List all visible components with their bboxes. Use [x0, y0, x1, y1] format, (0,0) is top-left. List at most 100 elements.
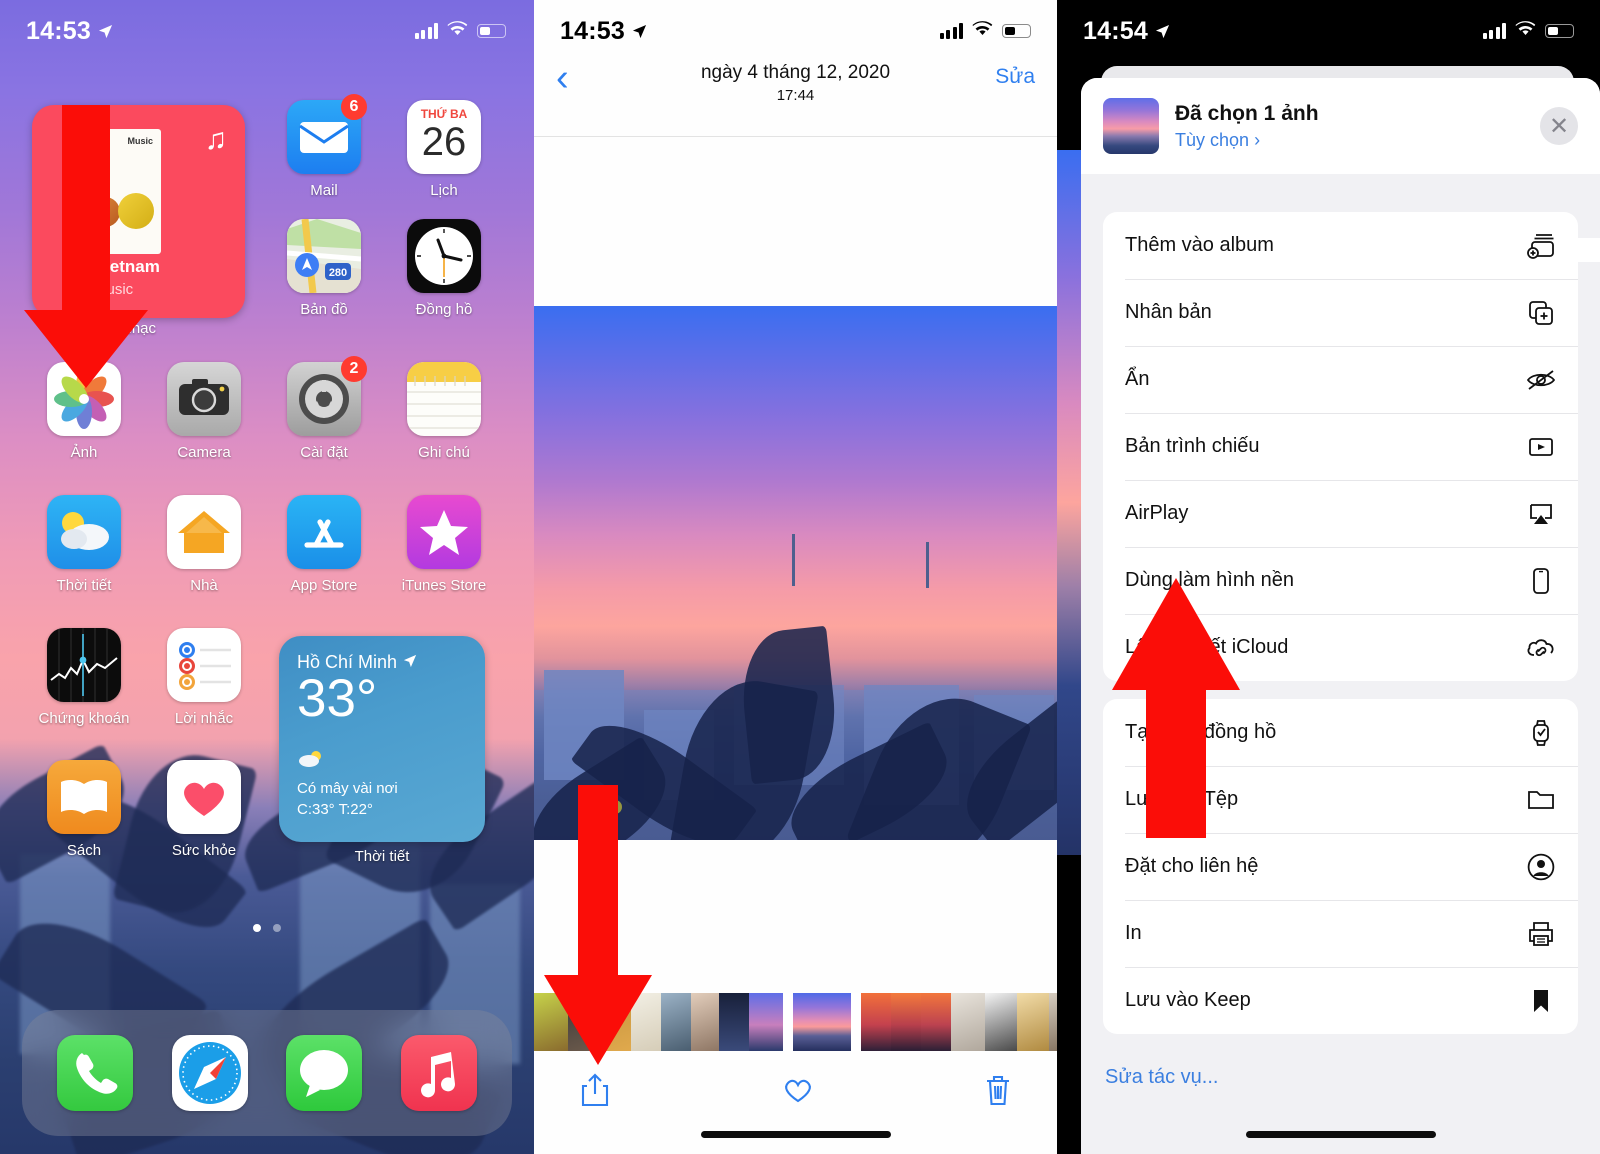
filmstrip-thumb[interactable]: [985, 993, 1017, 1051]
apps-row-5: Chứng khoán Lời nhắc: [24, 628, 264, 741]
battery-icon: [1002, 24, 1031, 38]
app-label: Sức khỏe: [171, 842, 237, 859]
weather-condition: Có mây vài nơi: [297, 779, 398, 797]
badge-count: 2: [341, 356, 367, 382]
battery-icon: [1545, 24, 1574, 38]
app-reminders[interactable]: Lời nhắc: [144, 628, 264, 727]
apps-top-right: 6 Mail THỨ BA 26 Lịch 280 Bản đồ Đồng hồ: [264, 94, 504, 332]
app-label: Ghi chú: [418, 444, 470, 461]
app-itunes-store[interactable]: iTunes Store: [384, 495, 504, 594]
app-stocks[interactable]: Chứng khoán: [24, 628, 144, 727]
menu-item-airplay[interactable]: AirPlay: [1103, 480, 1578, 547]
filmstrip-thumb[interactable]: [1049, 993, 1057, 1051]
apple-watch-icon: [1526, 718, 1556, 748]
photo-image[interactable]: [534, 306, 1057, 840]
airplay-icon: [1526, 499, 1556, 529]
filmstrip-thumb[interactable]: [951, 993, 985, 1051]
app-home[interactable]: Nhà: [144, 495, 264, 594]
home-indicator: [700, 1131, 891, 1138]
music-note-icon[interactable]: [400, 1035, 477, 1111]
share-options-link[interactable]: Tùy chọn ›: [1175, 130, 1319, 151]
app-app-store[interactable]: App Store: [264, 495, 384, 594]
three-panel-tutorial-screenshot: 14:53 Music ♫ Vietnam Music Nhạc 6 Mail …: [0, 0, 1600, 1154]
app-label: Lịch: [430, 182, 458, 199]
contact-person-icon: [1526, 852, 1556, 882]
app-camera[interactable]: Camera: [144, 362, 264, 461]
photo-nav-bar: ‹ ngày 4 tháng 12, 2020 17:44 Sửa: [534, 59, 1057, 136]
page-dot-1[interactable]: [253, 924, 261, 932]
app-label: Đồng hồ: [415, 301, 473, 318]
photo-date: ngày 4 tháng 12, 2020: [700, 62, 891, 83]
trash-icon[interactable]: [985, 1074, 1011, 1111]
filmstrip-thumb-selected[interactable]: [793, 993, 851, 1051]
filmstrip-thumb[interactable]: [661, 993, 691, 1051]
selected-photo-thumbnail[interactable]: [1103, 98, 1159, 154]
home-indicator: [1245, 1131, 1436, 1138]
menu-item-label: Ẩn: [1125, 368, 1150, 390]
edit-actions-link[interactable]: Sửa tác vụ...: [1081, 1052, 1600, 1089]
app-weather[interactable]: Thời tiết: [24, 495, 144, 594]
menu-item-duplicate[interactable]: Nhân bản: [1103, 279, 1578, 346]
menu-item-save-to-keep[interactable]: Lưu vào Keep: [1103, 967, 1578, 1034]
maps-route-number: 280: [329, 267, 347, 279]
music-note-icon: ♫: [204, 123, 228, 156]
edit-button[interactable]: Sửa: [995, 65, 1035, 89]
app-label: Sách: [66, 842, 102, 859]
filmstrip-thumb[interactable]: [783, 993, 793, 1051]
badge-count: 6: [341, 94, 367, 120]
menu-item-assign-to-contact[interactable]: Đặt cho liên hệ: [1103, 833, 1578, 900]
menu-item-hide[interactable]: Ẩn: [1103, 346, 1578, 413]
close-icon[interactable]: ✕: [1540, 107, 1578, 145]
clock-icon: [407, 219, 481, 293]
filmstrip-thumb[interactable]: [921, 993, 951, 1051]
notes-icon: [407, 362, 481, 436]
heart-icon[interactable]: [782, 1076, 814, 1109]
location-arrow-icon: [1155, 24, 1170, 39]
app-maps[interactable]: 280 Bản đồ: [264, 219, 384, 318]
apps-row-4: Thời tiết Nhà App Store iTunes Store: [24, 495, 504, 608]
filmstrip-thumb[interactable]: [861, 993, 891, 1051]
app-label: Lời nhắc: [174, 710, 234, 727]
app-mail[interactable]: 6 Mail: [264, 94, 384, 199]
stocks-icon: [47, 628, 121, 702]
app-health[interactable]: Sức khỏe: [144, 760, 264, 859]
filmstrip-thumb[interactable]: [851, 993, 861, 1051]
add-to-album-icon: [1526, 231, 1556, 261]
chevron-left-icon[interactable]: ‹: [556, 59, 569, 97]
menu-item-add-to-album[interactable]: Thêm vào album: [1103, 212, 1578, 279]
app-books[interactable]: Sách: [24, 760, 144, 859]
filmstrip-thumb[interactable]: [1017, 993, 1049, 1051]
app-clock[interactable]: Đồng hồ: [384, 219, 504, 318]
cellular-bars-icon: [939, 23, 963, 39]
app-label: Mail: [310, 182, 338, 199]
menu-item-print[interactable]: In: [1103, 900, 1578, 967]
photo-toolbar: [534, 1062, 1057, 1122]
filmstrip-thumb[interactable]: [719, 993, 749, 1051]
app-calendar[interactable]: THỨ BA 26 Lịch: [384, 100, 504, 199]
menu-item-label: Đặt cho liên hệ: [1125, 855, 1259, 877]
dock: [22, 1010, 512, 1136]
safari-compass-icon[interactable]: [171, 1035, 248, 1111]
filmstrip-thumb[interactable]: [691, 993, 719, 1051]
filmstrip-thumb[interactable]: [749, 993, 783, 1051]
app-label: iTunes Store: [401, 577, 487, 594]
status-bar: 14:53: [0, 0, 534, 62]
app-label: Thời tiết: [56, 577, 112, 594]
app-label: Camera: [177, 444, 231, 461]
page-dot-2[interactable]: [273, 924, 281, 932]
weather-temperature: 33°: [297, 669, 378, 728]
app-label: App Store: [290, 577, 358, 594]
app-notes[interactable]: Ghi chú: [384, 362, 504, 461]
menu-item-slideshow[interactable]: Bản trình chiếu: [1103, 413, 1578, 480]
app-settings[interactable]: 2 Cài đặt: [264, 356, 384, 461]
filmstrip-thumb[interactable]: [891, 993, 921, 1051]
location-arrow-icon: [98, 24, 113, 39]
weather-widget[interactable]: Hồ Chí Minh 33° Có mây vài nơi C:33° T:2…: [279, 636, 485, 842]
status-time: 14:54: [1083, 16, 1148, 45]
page-dots[interactable]: [0, 924, 534, 932]
share-icon[interactable]: [580, 1073, 610, 1112]
home-house-icon: [167, 495, 241, 569]
phone-icon[interactable]: [57, 1035, 134, 1111]
books-icon: [47, 760, 121, 834]
messages-bubble-icon[interactable]: [286, 1035, 363, 1111]
